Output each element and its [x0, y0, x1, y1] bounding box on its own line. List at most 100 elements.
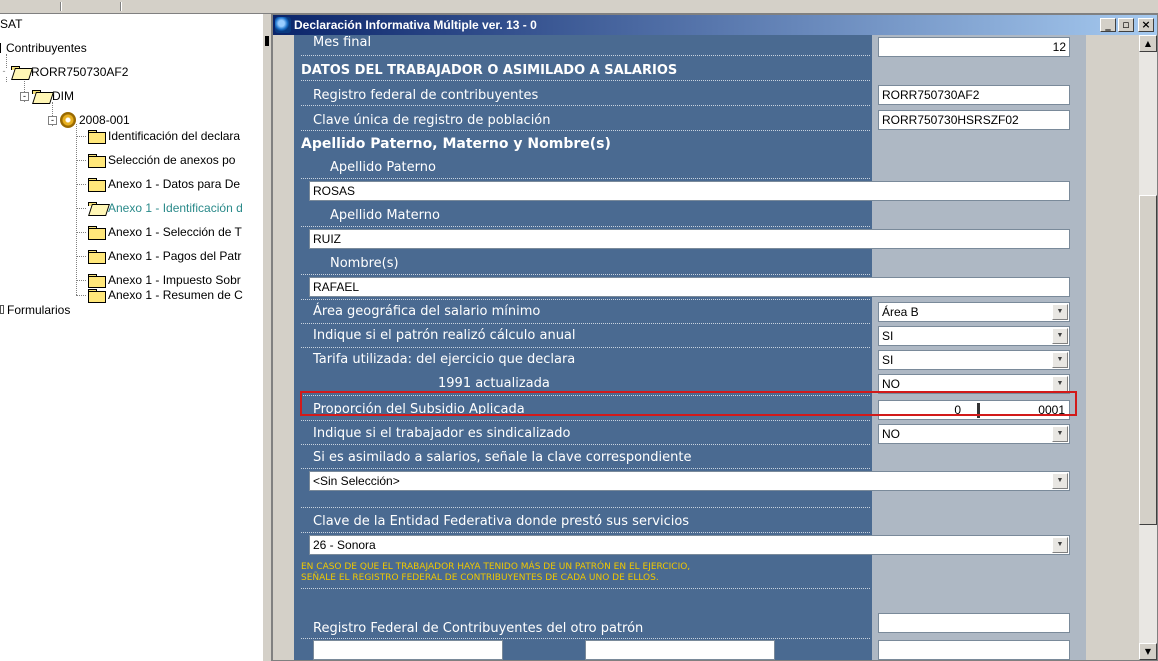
tree-item-label: Anexo 1 - Pagos del Patr [108, 249, 242, 263]
tree-item-anexo1-identificacion-selected[interactable]: Anexo 1 - Identificación d [88, 199, 243, 217]
folder-icon [88, 226, 106, 240]
tree-item-rfc[interactable]: - RORR750730AF2 [0, 63, 128, 81]
minimize-button[interactable]: _ [1100, 18, 1116, 32]
tarifa-1991-select[interactable]: NO ▼ [878, 374, 1070, 394]
tree-item-anexo1-resumen[interactable]: Anexo 1 - Resumen de C [88, 286, 243, 304]
splitter-grip [265, 36, 269, 46]
restore-button[interactable]: ▫ [1118, 18, 1134, 32]
entidad-federativa-value: 26 - Sonora [313, 538, 376, 552]
tree-item-seleccion-anexos[interactable]: Selección de anexos po [88, 151, 235, 169]
tree-item-dim[interactable]: - DIM [20, 87, 74, 105]
folder-icon [88, 154, 106, 168]
collapse-icon[interactable]: - [20, 92, 29, 101]
row-separator [301, 80, 870, 81]
tree-item-label: Selección de anexos po [108, 153, 236, 167]
tree-connector [76, 184, 86, 185]
nombre-section-header: Apellido Paterno, Materno y Nombre(s) [301, 136, 611, 152]
tree-item-contribuyentes[interactable]: Contribuyentes [0, 39, 87, 57]
curp-label: Clave única de registro de población [313, 113, 551, 128]
tree-line-icon [0, 43, 3, 53]
rfc-label: Registro federal de contribuyentes [313, 88, 539, 103]
scroll-down-arrow-icon[interactable]: ▼ [1139, 643, 1157, 660]
tree-item-label: Formularios [7, 303, 71, 317]
open-folder-icon [11, 66, 28, 78]
tree-item-label: Anexo 1 - Identificación d [108, 201, 243, 215]
folder-icon [88, 130, 106, 144]
dropdown-arrow-icon[interactable]: ▼ [1052, 376, 1068, 392]
tree-item-label: Anexo 1 - Selección de T [108, 225, 242, 239]
tree-connector [76, 295, 86, 296]
asimilado-label: Si es asimilado a salarios, señale la cl… [313, 450, 692, 465]
row-separator [301, 299, 870, 300]
asimilado-select[interactable]: <Sin Selección> ▼ [309, 471, 1070, 491]
dropdown-arrow-icon[interactable]: ▼ [1052, 352, 1068, 368]
otro-patron-rfc-input-1[interactable] [313, 640, 503, 660]
tree-item-formularios[interactable]: Formularios [0, 301, 70, 319]
tree-root[interactable]: SAT [0, 15, 22, 33]
row-separator [301, 468, 870, 469]
row-separator [301, 226, 870, 227]
toolbar-separator [60, 2, 62, 11]
folder-icon [88, 178, 106, 192]
dropdown-arrow-icon[interactable]: ▼ [1052, 426, 1068, 442]
window-title: Declaración Informativa Múltiple ver. 13… [294, 18, 537, 32]
dropdown-arrow-icon[interactable]: ▼ [1052, 537, 1068, 553]
form-client-area: ▲ ▼ Mes final 12 DATOS DEL TRABAJADOR O … [273, 35, 1157, 660]
tree-item-anexo1-seleccion[interactable]: Anexo 1 - Selección de T [88, 223, 242, 241]
tree-item-label: Identificación del declara [108, 129, 241, 143]
scroll-up-arrow-icon[interactable]: ▲ [1139, 35, 1157, 52]
apellido-paterno-input[interactable]: ROSAS [309, 181, 1070, 201]
dropdown-arrow-icon[interactable]: ▼ [1052, 328, 1068, 344]
collapse-icon[interactable]: - [0, 67, 8, 77]
dropdown-arrow-icon[interactable]: ▼ [1052, 304, 1068, 320]
area-geografica-label: Área geográfica del salario mínimo [313, 304, 541, 319]
form-doc-icon [0, 305, 4, 314]
curp-input[interactable]: RORR750730HSRSZF02 [878, 110, 1070, 130]
calculo-anual-select[interactable]: SI ▼ [878, 326, 1070, 346]
row-separator [301, 507, 870, 508]
folder-icon [88, 250, 106, 264]
entidad-federativa-label: Clave de la Entidad Federativa donde pre… [313, 514, 690, 529]
rfc-input[interactable]: RORR750730AF2 [878, 85, 1070, 105]
pane-splitter[interactable] [262, 14, 272, 661]
tarifa-select[interactable]: SI ▼ [878, 350, 1070, 370]
close-button[interactable]: × [1138, 18, 1154, 32]
otro-patron-warning-line2: SEÑALE EL REGISTRO FEDERAL DE CONTRIBUYE… [301, 573, 659, 583]
tree-connector [76, 256, 86, 257]
tree-item-anexo1-pagos[interactable]: Anexo 1 - Pagos del Patr [88, 247, 241, 265]
dropdown-arrow-icon[interactable]: ▼ [1052, 473, 1068, 489]
row-separator [301, 420, 870, 421]
sindicalizado-label: Indique si el trabajador es sindicalizad… [313, 426, 571, 441]
folder-icon [88, 274, 106, 288]
proporcion-subsidio-input[interactable]: 0 0001 [878, 400, 1070, 420]
entidad-federativa-select[interactable]: 26 - Sonora ▼ [309, 535, 1070, 555]
otro-patron-rfc-input-3[interactable] [878, 640, 1070, 660]
otro-patron-extra-input[interactable] [878, 613, 1070, 633]
tree-item-identificacion-declarante[interactable]: Identificación del declara [88, 127, 240, 145]
apellido-paterno-label: Apellido Paterno [330, 160, 436, 175]
mes-final-input[interactable]: 12 [878, 37, 1070, 57]
tree-item-label: Anexo 1 - Datos para De [108, 177, 241, 191]
otro-patron-rfc-input-2[interactable] [585, 640, 775, 660]
collapse-icon[interactable]: - [48, 116, 57, 125]
area-geografica-value: Área B [882, 305, 919, 319]
asimilado-value: <Sin Selección> [313, 474, 400, 488]
tree-item-anexo1-datos[interactable]: Anexo 1 - Datos para De [88, 175, 240, 193]
nombres-label: Nombre(s) [330, 256, 399, 271]
nombres-input[interactable]: RAFAEL [309, 277, 1070, 297]
area-geografica-select[interactable]: Área B ▼ [878, 302, 1070, 322]
tarifa-1991-label: 1991 actualizada [438, 376, 550, 391]
otro-patron-rfc-label: Registro Federal de Contribuyentes del o… [313, 621, 644, 636]
vertical-scrollbar[interactable]: ▲ ▼ [1139, 35, 1157, 660]
scrollbar-thumb[interactable] [1139, 195, 1157, 525]
sindicalizado-select[interactable]: NO ▼ [878, 424, 1070, 444]
section-title-trabajador: DATOS DEL TRABAJADOR O ASIMILADO A SALAR… [301, 63, 678, 78]
tree-item-label: Anexo 1 - Resumen de C [108, 288, 243, 302]
declaration-gear-icon [60, 112, 76, 128]
row-separator [301, 532, 870, 533]
apellido-materno-input[interactable]: RUIZ [309, 229, 1070, 249]
apellido-materno-label: Apellido Materno [330, 208, 440, 223]
tree-item-label: RORR750730AF2 [31, 65, 129, 79]
window-titlebar[interactable]: Declaración Informativa Múltiple ver. 13… [273, 15, 1157, 35]
proporcion-decimal-part: 0001 [1038, 403, 1065, 417]
